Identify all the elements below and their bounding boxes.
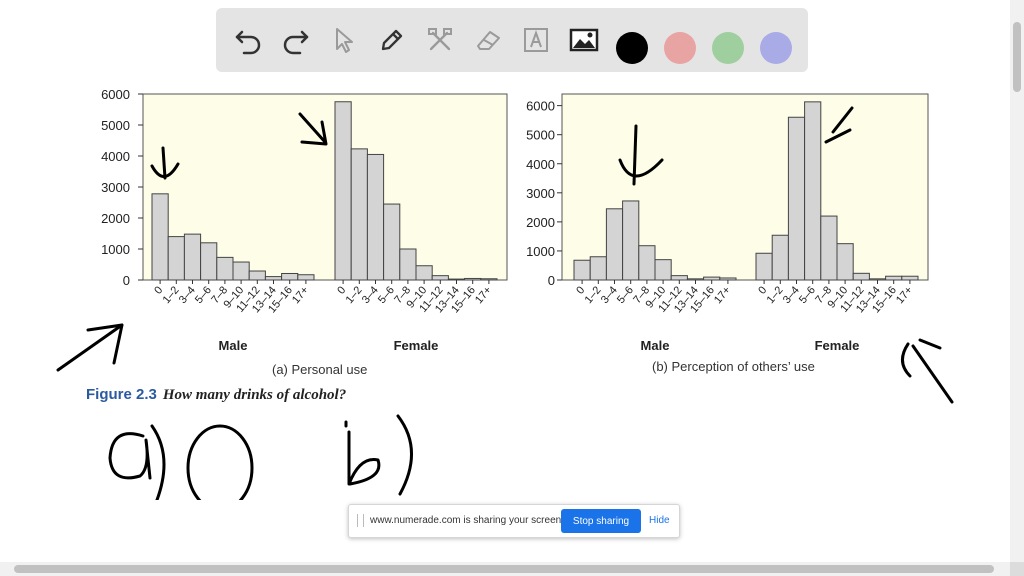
- figure-caption: How many drinks of alcohol?: [162, 387, 347, 403]
- screen-share-bar: www.numerade.com is sharing your screen.…: [348, 504, 680, 538]
- chart-personal-use: 010002000300040005000600001–23–45–67–89–…: [101, 87, 508, 353]
- bar: [638, 245, 656, 281]
- stop-sharing-button[interactable]: Stop sharing: [561, 509, 641, 533]
- color-swatch-pink[interactable]: [664, 32, 696, 64]
- vertical-scrollbar[interactable]: [1010, 0, 1024, 562]
- y-tick-label: 4000: [526, 157, 555, 172]
- bar: [167, 236, 185, 281]
- y-tick-label: 0: [123, 273, 130, 288]
- undo-icon[interactable]: [230, 22, 266, 58]
- bar: [820, 215, 838, 281]
- y-tick-label: 2000: [526, 215, 555, 230]
- color-swatch-green[interactable]: [712, 32, 744, 64]
- caption-personal-use: (a) Personal use: [272, 362, 368, 377]
- bar: [447, 278, 466, 281]
- redo-icon[interactable]: [278, 22, 314, 58]
- handwritten-a-parenthesis: [108, 424, 166, 500]
- horizontal-scrollbar[interactable]: [0, 562, 1010, 576]
- bar: [605, 208, 624, 281]
- eraser-icon[interactable]: [470, 22, 506, 58]
- arrow-annotation: [901, 338, 954, 404]
- bar: [399, 248, 417, 281]
- y-tick-label: 0: [548, 273, 555, 288]
- bar: [431, 275, 449, 281]
- bar: [415, 265, 433, 281]
- arrow-annotation: [56, 323, 124, 372]
- pen-icon[interactable]: [374, 22, 410, 58]
- bar: [885, 275, 903, 281]
- group-label: Male: [641, 338, 670, 353]
- bar: [200, 242, 218, 281]
- x-tick-label: 17+: [290, 284, 311, 306]
- bar: [480, 278, 498, 281]
- bar: [573, 259, 591, 281]
- y-tick-label: 3000: [526, 186, 555, 201]
- bar: [334, 101, 352, 281]
- bar: [771, 234, 789, 281]
- y-tick-label: 4000: [101, 149, 130, 164]
- bar: [151, 193, 169, 281]
- bar: [901, 275, 919, 281]
- bar: [264, 276, 283, 281]
- y-tick-label: 1000: [526, 244, 555, 259]
- caption-perception-others-use: (b) Perception of others’ use: [652, 359, 815, 374]
- color-swatch-black[interactable]: [616, 32, 648, 64]
- bar: [868, 278, 887, 281]
- group-label: Female: [394, 338, 439, 353]
- image-icon[interactable]: [566, 22, 602, 58]
- drag-handle-icon[interactable]: [357, 514, 364, 527]
- tools-icon[interactable]: [422, 22, 458, 58]
- bar: [350, 148, 368, 281]
- bar: [804, 101, 822, 281]
- bar: [703, 276, 721, 281]
- bar: [366, 153, 385, 281]
- y-tick-label: 3000: [101, 180, 130, 195]
- hide-link[interactable]: Hide: [649, 515, 670, 526]
- handwritten-zero: [186, 424, 254, 500]
- bar: [248, 270, 266, 281]
- bar: [232, 261, 250, 281]
- bar: [852, 272, 870, 281]
- chart-perception-others-use: 010002000300040005000600001–23–45–67–89–…: [526, 93, 929, 353]
- x-tick-label: 17+: [712, 284, 733, 306]
- handwritten-b-parenthesis: [344, 414, 413, 496]
- y-tick-label: 5000: [526, 128, 555, 143]
- vertical-scroll-thumb[interactable]: [1013, 22, 1021, 92]
- figure-title: Figure 2.3 How many drinks of alcohol?: [86, 386, 346, 404]
- bar: [836, 243, 854, 281]
- bar: [281, 272, 299, 281]
- bar: [686, 278, 705, 281]
- group-label: Male: [219, 338, 248, 353]
- scrollbar-corner: [1010, 562, 1024, 576]
- bar: [719, 277, 737, 281]
- bar: [589, 256, 607, 281]
- bar: [654, 259, 672, 281]
- bar: [297, 274, 315, 281]
- figure-number: Figure 2.3: [86, 386, 157, 403]
- select-icon[interactable]: [326, 22, 362, 58]
- text-icon[interactable]: [518, 22, 554, 58]
- color-swatch-lavender[interactable]: [760, 32, 792, 64]
- horizontal-scroll-thumb[interactable]: [14, 565, 994, 573]
- bar: [183, 233, 202, 281]
- bar: [464, 277, 482, 281]
- x-tick-label: 17+: [894, 284, 915, 306]
- y-tick-label: 2000: [101, 211, 130, 226]
- charts-canvas: 010002000300040005000600001–23–45–67–89–…: [56, 87, 954, 500]
- group-label: Female: [815, 338, 860, 353]
- drawing-toolbar: [216, 8, 808, 72]
- y-tick-label: 6000: [526, 99, 555, 114]
- bar: [216, 256, 234, 281]
- x-tick-label: 17+: [473, 284, 494, 306]
- bar: [383, 203, 401, 281]
- y-tick-label: 5000: [101, 118, 130, 133]
- bar: [622, 200, 640, 281]
- bar: [755, 252, 773, 281]
- share-message: www.numerade.com is sharing your screen.: [370, 515, 564, 526]
- y-tick-label: 1000: [101, 242, 130, 257]
- y-tick-label: 6000: [101, 87, 130, 102]
- bar: [787, 116, 806, 281]
- bar: [670, 275, 688, 281]
